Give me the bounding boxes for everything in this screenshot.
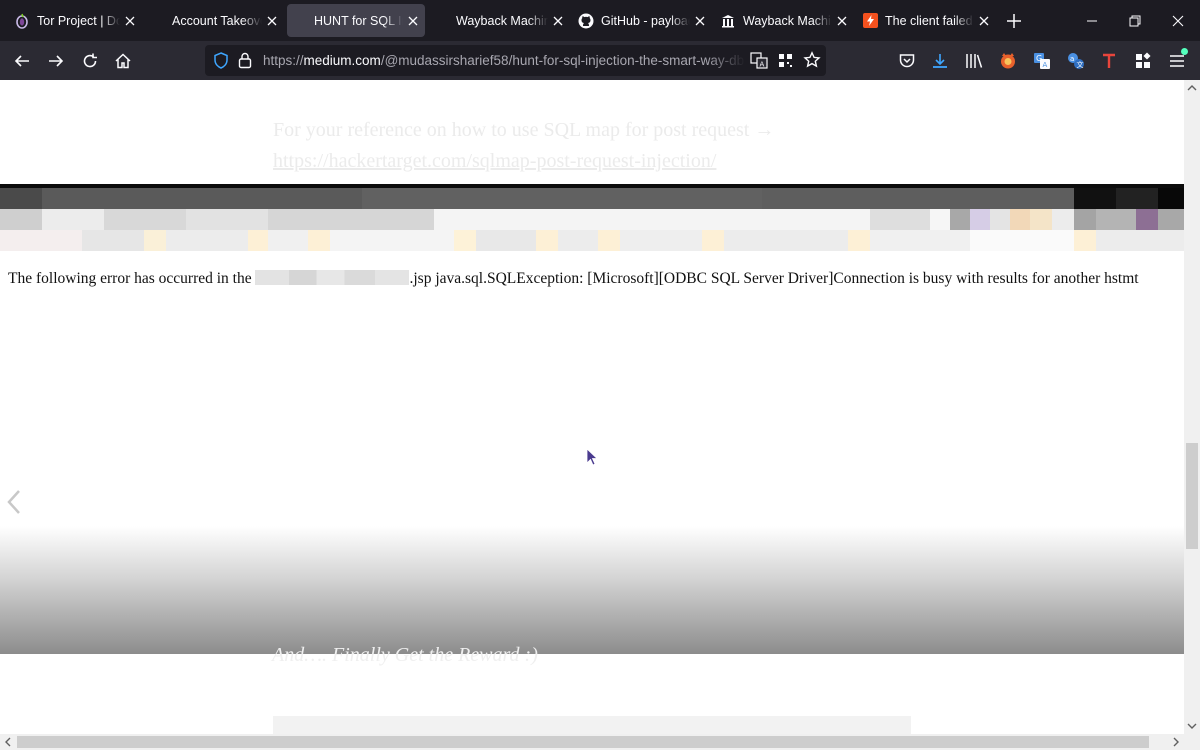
close-icon[interactable]: [264, 13, 280, 29]
extension-fox-icon[interactable]: [998, 51, 1018, 71]
address-bar[interactable]: https://medium.com/@mudassirsharief58/hu…: [205, 45, 826, 76]
tab-title: Wayback Machine: [456, 13, 548, 28]
page-content: For your reference on how to use SQL map…: [0, 80, 1184, 734]
url-prefix: https://: [263, 53, 304, 68]
plus-icon[interactable]: [1004, 11, 1024, 31]
close-icon[interactable]: [550, 13, 566, 29]
scroll-up-icon[interactable]: [1186, 82, 1198, 94]
translate-icon[interactable]: A: [750, 52, 768, 74]
reward-text: And…. Finally Get the Reward :): [272, 644, 538, 666]
close-icon[interactable]: [692, 13, 708, 29]
pixelated-row-3: [0, 230, 1184, 251]
github-icon: [578, 13, 594, 29]
window-close-icon[interactable]: [1168, 11, 1188, 31]
tab-wayback-machine-2[interactable]: Wayback Machine: [712, 4, 854, 37]
tab-title: Account Takeover: [172, 13, 262, 28]
close-icon[interactable]: [976, 13, 992, 29]
vertical-scrollbar[interactable]: [1184, 80, 1200, 734]
wayback-icon: [720, 13, 736, 29]
download-icon[interactable]: [930, 51, 950, 71]
tab-title: HUNT for SQL Injection: [314, 13, 403, 28]
t-extension-icon[interactable]: [1099, 51, 1119, 71]
scroll-right-icon[interactable]: [1170, 736, 1182, 748]
mouse-cursor-icon: [586, 448, 600, 468]
tab-title: Tor Project | Download: [37, 13, 120, 28]
tab-title: GitHub - payloadbox: [601, 13, 690, 28]
extensions-icon[interactable]: [1133, 51, 1153, 71]
sql-error-message: The following error has occurred in the …: [8, 270, 1139, 288]
svg-text:文: 文: [1077, 60, 1084, 69]
home-icon[interactable]: [113, 51, 133, 71]
close-icon[interactable]: [405, 13, 421, 29]
redacted-filename: [255, 270, 410, 285]
menu-icon[interactable]: [1167, 48, 1188, 71]
translate-ext-icon[interactable]: GA: [1032, 51, 1052, 71]
scroll-down-icon[interactable]: [1186, 720, 1198, 732]
svg-text:A: A: [1043, 61, 1048, 69]
vertical-scroll-thumb[interactable]: [1186, 443, 1198, 549]
reference-link[interactable]: https://hackertarget.com/sqlmap-post-req…: [273, 150, 716, 173]
svg-text:a: a: [1070, 55, 1074, 63]
tab-github-payloadbox[interactable]: GitHub - payloadbox: [570, 4, 712, 37]
tab-account-takeover[interactable]: Account Takeover: [142, 4, 284, 37]
scroll-left-icon[interactable]: [2, 736, 14, 748]
tab-strip: Tor Project | Download Account Takeover …: [0, 0, 1200, 41]
error-prefix: The following error has occurred in the: [8, 270, 252, 287]
svg-text:G: G: [1036, 54, 1042, 63]
url-host: medium.com: [303, 53, 381, 68]
restore-icon[interactable]: [1125, 11, 1145, 31]
tab-title: Wayback Machine: [743, 13, 832, 28]
back-arrow-icon[interactable]: [12, 51, 32, 71]
tab-client-failed[interactable]: The client failed negotiate: [854, 4, 996, 37]
svg-text:A: A: [760, 61, 765, 69]
embedded-screenshot: [0, 184, 1184, 316]
pixelated-row-1: [0, 188, 1184, 209]
url-path: /@mudassirsharief58/hunt-for-sql-injecti…: [380, 53, 745, 68]
gradient-overlay: ▪ ▪▪▪ ▪▪▪▪ ▪▪▪▪▪: [0, 526, 1184, 665]
error-suffix: .jsp java.sql.SQLException: [Microsoft][…: [409, 270, 1139, 287]
navigation-toolbar: https://medium.com/@mudassirsharief58/hu…: [0, 41, 1200, 80]
close-icon[interactable]: [122, 13, 138, 29]
code-block: [273, 716, 911, 734]
horizontal-scroll-thumb[interactable]: [17, 736, 1149, 748]
overlay-text-blurred: ▪ ▪▪▪ ▪▪▪▪ ▪▪▪▪▪: [24, 650, 95, 665]
close-icon[interactable]: [834, 13, 850, 29]
url-text[interactable]: https://medium.com/@mudassirsharief58/hu…: [263, 53, 745, 68]
tor-icon: [14, 13, 30, 29]
shield-icon[interactable]: [213, 52, 229, 74]
pixelated-row-2: [0, 209, 1184, 230]
reload-icon[interactable]: [80, 51, 100, 71]
star-icon[interactable]: [803, 51, 821, 74]
reference-text: For your reference on how to use SQL map…: [273, 119, 775, 141]
minimize-icon[interactable]: [1082, 11, 1102, 31]
tab-wayback-machine-1[interactable]: Wayback Machine: [429, 4, 570, 37]
tab-tor-project[interactable]: Tor Project | Download: [0, 4, 142, 37]
library-icon[interactable]: [964, 51, 984, 71]
tab-hunt-sql-injection[interactable]: HUNT for SQL Injection: [287, 4, 425, 37]
chevron-left-icon[interactable]: [4, 488, 24, 516]
translate-ext2-icon[interactable]: a文: [1066, 51, 1086, 71]
tab-title: The client failed negotiate: [885, 13, 974, 28]
qr-icon[interactable]: [778, 53, 793, 73]
pocket-icon[interactable]: [897, 51, 917, 71]
lock-icon[interactable]: [238, 52, 252, 74]
zap-icon: [862, 13, 878, 29]
forward-arrow-icon[interactable]: [46, 51, 66, 71]
